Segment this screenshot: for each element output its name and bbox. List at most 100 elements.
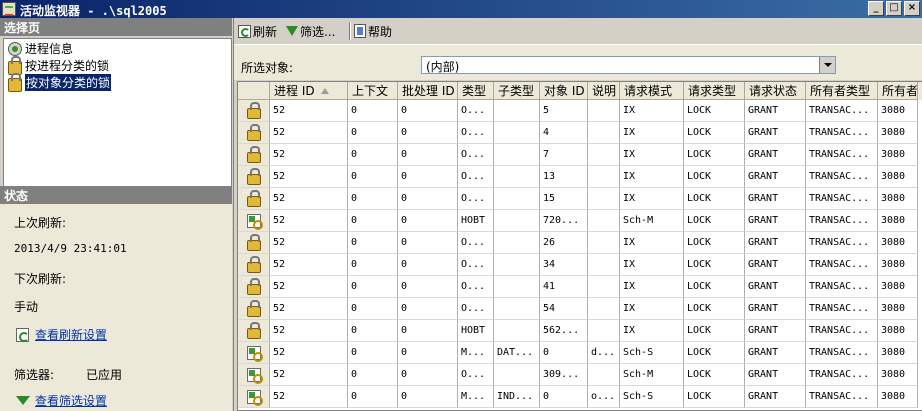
column-header[interactable]: 批处理 ID [398,82,458,100]
table-cell: IX [620,188,684,210]
lock-icon [246,233,261,251]
table-cell: 3080 [878,232,918,254]
toolbar: 刷新 筛选... 帮助 [234,18,922,44]
table-cell: IX [620,144,684,166]
table-row[interactable]: 52 0 0 O... 7 IX LOCK GRANT TRANSAC... 3080 [238,144,922,166]
table-cell [588,320,620,342]
view-filter-settings-link[interactable]: 查看筛选设置 [35,392,107,409]
table-cell: 52 [270,342,348,364]
tree-item-label: 进程信息 [25,42,74,56]
table-cell: IX [620,166,684,188]
table-cell: 3080 [878,364,918,386]
grid-corner [238,82,270,100]
table-cell: 52 [270,210,348,232]
table-cell: GRANT [745,364,806,386]
table-cell: 0 [348,122,398,144]
table-cell [588,144,620,166]
column-header-label: 所有者类型 [810,84,871,98]
selected-object-value: (内部) [426,60,460,74]
lock-icon [246,189,261,207]
filter-icon [286,26,298,36]
table-row[interactable]: 52 0 0 O... 26 IX LOCK GRANT TRANSAC... 3080 [238,232,922,254]
table-cell: 52 [270,232,348,254]
table-cell [588,188,620,210]
table-cell: 0 [348,276,398,298]
column-header-label: 类型 [462,84,487,98]
selected-object-dropdown[interactable]: (内部) [421,56,836,74]
table-cell [494,122,540,144]
table-row[interactable]: 52 0 0 O... 54 IX LOCK GRANT TRANSAC... 3080 [238,298,922,320]
next-refresh-label: 下次刷新: [14,272,67,286]
table-row[interactable]: 52 0 0 O... 13 IX LOCK GRANT TRANSAC... 3080 [238,166,922,188]
close-button[interactable]: × [904,1,920,16]
table-row[interactable]: 52 0 0 O... 4 IX LOCK GRANT TRANSAC... 3080 [238,122,922,144]
view-refresh-settings-link[interactable]: 查看刷新设置 [35,326,107,343]
table-cell: 52 [270,100,348,122]
tree-item-process-info[interactable]: 进程信息 [8,41,73,56]
refresh-settings-icon [16,328,29,342]
table-row[interactable]: 52 0 0 HOBT 562... IX LOCK GRANT TRANSAC... 3080 [238,320,922,342]
table-row[interactable]: 52 0 0 O... 34 IX LOCK GRANT TRANSAC... 3080 [238,254,922,276]
row-icon-cell [238,188,270,210]
column-header[interactable]: 所有者类型 [806,82,878,100]
window-title: 活动监视器 - .\sql2005 [20,4,167,18]
table-cell: 52 [270,254,348,276]
table-cell: 26 [540,232,588,254]
filter-label: 筛选... [300,24,336,39]
column-header[interactable]: 类型 [458,82,494,100]
table-cell: 3080 [878,320,918,342]
table-cell: O... [458,122,494,144]
table-cell: O... [458,276,494,298]
tree-item-locks-by-object[interactable]: 按对象分类的锁 [8,72,112,92]
locks-grid[interactable]: 进程 ID 上下文 批处理 ID 类型 子类型 对象 ID 说明 请求模式 请求类型 请求状态 所有… [237,81,922,411]
table-row[interactable]: 52 0 0 HOBT 720... Sch-M LOCK GRANT TRANSAC... 30… [238,210,922,232]
chevron-down-icon[interactable] [819,57,835,73]
table-row[interactable]: 52 0 0 O... 15 IX LOCK GRANT TRANSAC... 3080 [238,188,922,210]
column-header[interactable]: 进程 ID [270,82,348,100]
table-cell [588,364,620,386]
row-icon-cell [238,166,270,188]
table-row[interactable]: 52 0 0 M... IND... 0 o... Sch-S LOCK GRANT TRANSAC… [238,386,922,408]
help-button[interactable]: 帮助 [354,23,392,39]
column-header[interactable]: 子类型 [494,82,540,100]
table-cell: 13 [540,166,588,188]
column-header[interactable]: 说明 [588,82,620,100]
table-row[interactable]: 52 0 0 M... DAT... 0 d... Sch-S LOCK GRANT TRANSAC… [238,342,922,364]
table-cell [494,144,540,166]
schema-lock-icon [246,213,263,230]
lock-icon [246,145,261,163]
table-cell: 3080 [878,298,918,320]
maximize-button[interactable]: □ [886,1,902,16]
select-page-header: 选择页 [0,18,232,36]
table-row[interactable]: 52 0 0 O... 309... Sch-M LOCK GRANT TRANSAC... 30… [238,364,922,386]
column-header[interactable]: 请求模式 [620,82,684,100]
table-cell [588,254,620,276]
column-header[interactable]: 所有者 [878,82,918,100]
table-cell: 4 [540,122,588,144]
column-header[interactable]: 对象 ID [540,82,588,100]
table-row[interactable]: 52 0 0 O... 41 IX LOCK GRANT TRANSAC... 3080 [238,276,922,298]
refresh-button[interactable]: 刷新 [238,23,277,39]
column-header[interactable]: 上下文 [348,82,398,100]
table-cell: IX [620,100,684,122]
process-icon [8,41,22,56]
table-cell: 0 [398,320,458,342]
row-icon-cell [238,342,270,364]
column-header[interactable]: 请求状态 [745,82,806,100]
help-icon [354,24,366,38]
minimize-button[interactable]: _ [868,1,884,16]
table-cell [494,364,540,386]
table-cell: IX [620,320,684,342]
column-header[interactable]: 请求类型 [684,82,745,100]
table-cell: 41 [540,276,588,298]
table-row[interactable]: 52 0 0 O... 5 IX LOCK GRANT TRANSAC... 3080 [238,100,922,122]
tree-item-locks-by-process[interactable]: 按进程分类的锁 [8,55,109,75]
table-cell: TRANSAC... [806,144,878,166]
table-cell: o... [588,386,620,408]
table-cell: LOCK [684,188,745,210]
table-cell: O... [458,364,494,386]
filter-button[interactable]: 筛选... [286,23,335,39]
table-cell: 54 [540,298,588,320]
table-cell: LOCK [684,254,745,276]
table-cell: 0 [348,144,398,166]
